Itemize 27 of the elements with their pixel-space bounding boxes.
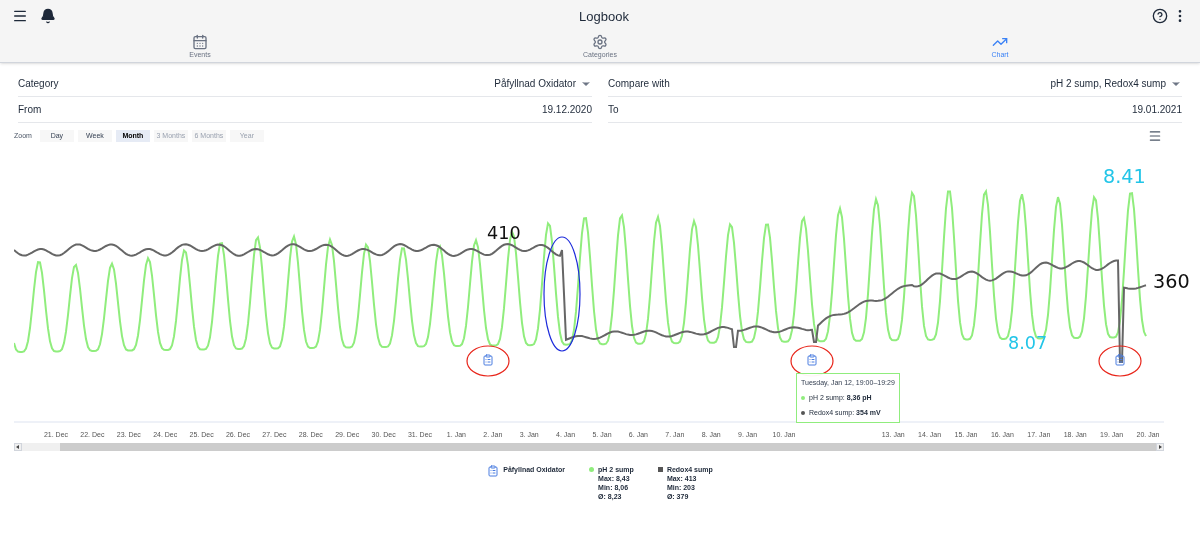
event-marker-icon [487,465,500,477]
filter-label: Compare with [608,77,670,91]
settings-icon [592,33,608,50]
date-field[interactable]: 19.12.2020 [541,102,592,117]
annotation-circle [1098,345,1142,377]
event-marker-icon[interactable] [1114,354,1126,366]
bell-icon[interactable] [40,8,56,24]
date-field[interactable]: 19.01.2021 [1131,102,1182,117]
dropdown[interactable]: pH 2 sump, Redox4 sump [1050,76,1182,91]
help-icon[interactable] [1152,8,1168,24]
event-marker-icon[interactable] [482,354,494,366]
filter-label: To [608,103,619,117]
filter-label: From [18,103,42,117]
dropdown[interactable]: Påfyllnad Oxidator [494,76,592,91]
menu-icon[interactable] [12,8,28,24]
annotation-circle [466,345,510,377]
event-marker-icon[interactable] [806,354,818,366]
filter-label: Category [18,77,59,91]
page-title: Logbook [579,9,629,24]
scroll-left-icon[interactable] [14,443,22,451]
annotation-text: 410 [487,225,521,243]
calendar-icon [192,33,208,50]
annotation-text: 8.41 [1103,167,1146,187]
chart-menu-icon[interactable] [1148,129,1162,143]
annotation-text: 8.07 [1008,335,1048,353]
scroll-right-icon[interactable] [1156,443,1164,451]
annotation-text: 360 [1153,272,1190,292]
